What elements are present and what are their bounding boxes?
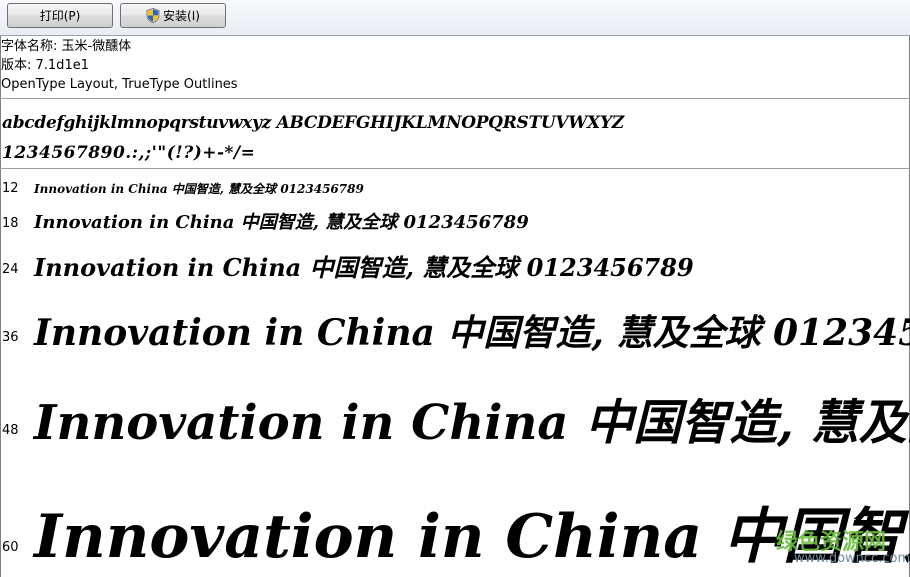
sample-row: 36 Innovation in China 中国智造, 慧及全球 012345… xyxy=(0,300,910,355)
charset-letters: abcdefghijklmnopqrstuvwxyz ABCDEFGHIJKLM… xyxy=(2,113,624,133)
sample-text: Innovation in China 中国智造, 慧及全球 012345678… xyxy=(34,253,694,282)
print-button-label: 打印(P) xyxy=(39,9,81,23)
print-button[interactable]: 打印(P) xyxy=(7,3,113,28)
font-type: OpenType Layout, TrueType Outlines xyxy=(1,77,238,92)
sample-row: 48 Innovation in China 中国智造, 慧及全球 012345… xyxy=(0,378,910,450)
sample-text: Innovation in China 中国智造, 慧及全球 012345678… xyxy=(34,212,529,233)
watermark-url-text: www.downcc.com xyxy=(794,551,910,566)
sample-list: 12 Innovation in China 中国智造, 慧及全球 012345… xyxy=(0,170,910,577)
sample-size-label: 18 xyxy=(2,216,19,231)
sample-size-label: 36 xyxy=(2,330,19,345)
sample-size-label: 60 xyxy=(2,540,19,555)
toolbar: 打印(P) 安装(I) xyxy=(0,0,910,36)
install-button[interactable]: 安装(I) xyxy=(120,3,226,28)
font-info-panel: 字体名称: 玉米-微醺体 版本: 7.1d1e1 OpenType Layout… xyxy=(0,36,910,99)
font-version: 版本: 7.1d1e1 xyxy=(1,58,89,73)
sample-size-label: 12 xyxy=(2,181,19,196)
sample-size-label: 24 xyxy=(2,262,19,277)
sample-text: Innovation in China 中国智造, 慧及全球 012345678… xyxy=(34,182,364,196)
font-name: 字体名称: 玉米-微醺体 xyxy=(1,39,132,54)
font-viewer-window: 打印(P) 安装(I) 字体名称: 玉米-微醺体 版本: 7.1d1e1 Ope… xyxy=(0,0,910,577)
uac-shield-icon xyxy=(146,8,160,23)
charset-digits-symbols: 1234567890.:,;'"(!?)+-*/= xyxy=(2,143,256,163)
character-set-panel: abcdefghijklmnopqrstuvwxyz ABCDEFGHIJKLM… xyxy=(0,99,910,169)
site-watermark: 绿色资源网 www.downcc.com xyxy=(770,522,910,570)
sample-row: 18 Innovation in China 中国智造, 慧及全球 012345… xyxy=(0,207,910,237)
sample-row: 24 Innovation in China 中国智造, 慧及全球 012345… xyxy=(0,246,910,284)
sample-row: 12 Innovation in China 中国智造, 慧及全球 012345… xyxy=(0,178,910,200)
sample-text: Innovation in China 中国智造, 慧及全球 012345678… xyxy=(34,395,910,450)
sample-text: Innovation in China 中国智造, 慧及全球 012345678… xyxy=(34,312,910,354)
sample-size-label: 48 xyxy=(2,423,19,438)
install-button-label: 安装(I) xyxy=(163,9,200,23)
